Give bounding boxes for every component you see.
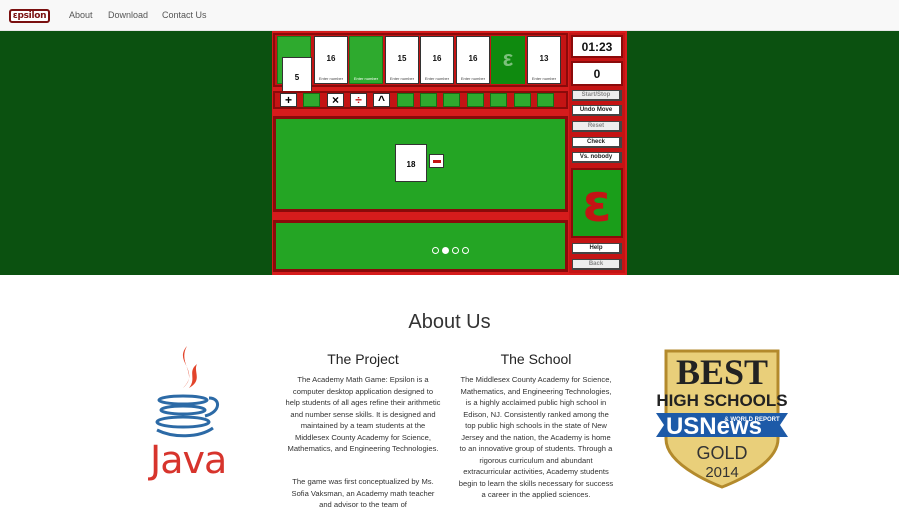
- carousel-dot[interactable]: [432, 247, 439, 254]
- card-hint: Enter number: [460, 76, 486, 81]
- number-card[interactable]: 16 Enter number: [456, 36, 490, 84]
- java-wordmark: Java: [150, 438, 227, 482]
- school-heading: The School: [500, 351, 572, 367]
- number-card[interactable]: 16 Enter number: [314, 36, 348, 84]
- multiply-operator[interactable]: ×: [327, 93, 344, 107]
- operator-slot[interactable]: [397, 93, 414, 107]
- check-button[interactable]: Check: [572, 137, 622, 148]
- epsilon-logo-box: ε: [571, 168, 623, 238]
- carousel-dot-active[interactable]: [442, 247, 449, 254]
- best-high-schools-badge: BEST HIGH SCHOOLS USNews & WORLD REPORT …: [656, 349, 788, 489]
- back-button[interactable]: Back: [572, 259, 622, 270]
- answer-area[interactable]: [273, 220, 568, 272]
- badge-best-text: BEST: [676, 352, 768, 392]
- brand-logo[interactable]: εpsilon: [9, 9, 50, 23]
- carousel-dot[interactable]: [452, 247, 459, 254]
- power-operator[interactable]: ^: [373, 93, 390, 107]
- project-heading: The Project: [327, 351, 399, 367]
- operator-slot[interactable]: [420, 93, 437, 107]
- about-heading: About Us: [408, 311, 491, 333]
- school-paragraph: The Middlesex County Academy for Science…: [458, 375, 614, 499]
- minus-operator[interactable]: [429, 154, 444, 168]
- card-hint: Enter number: [424, 76, 450, 81]
- card-value: 16: [326, 54, 336, 63]
- carousel-dot[interactable]: [462, 247, 469, 254]
- card-hint: Enter number: [531, 76, 557, 81]
- nav-link-contact[interactable]: Contact Us: [162, 10, 207, 20]
- operator-slot[interactable]: [537, 93, 554, 107]
- help-button[interactable]: Help: [572, 243, 622, 254]
- badge-high-schools-text: HIGH SCHOOLS: [656, 391, 787, 410]
- card-hint: Enter number: [389, 76, 415, 81]
- operator-slot[interactable]: [514, 93, 531, 107]
- undo-move-button[interactable]: Undo Move: [572, 105, 622, 116]
- card-value: 13: [539, 54, 549, 63]
- badge-gold-text: GOLD: [696, 443, 747, 463]
- operator-slot[interactable]: [467, 93, 484, 107]
- card-value: 16: [432, 54, 442, 63]
- dragged-card[interactable]: 5: [282, 57, 312, 95]
- number-card[interactable]: 16 Enter number: [420, 36, 454, 84]
- epsilon-logo-icon: ε: [582, 174, 612, 234]
- navbar: εpsilon About Download Contact Us: [0, 0, 899, 31]
- timer-display: 01:23: [571, 35, 623, 58]
- nav-link-download[interactable]: Download: [108, 10, 148, 20]
- score-display: 0: [571, 61, 623, 86]
- card-value: 5: [294, 73, 300, 82]
- operator-slot[interactable]: [303, 93, 320, 107]
- plus-operator[interactable]: +: [280, 93, 297, 107]
- card-value: 16: [468, 54, 478, 63]
- card-hint: Enter number: [353, 76, 379, 81]
- card-value: 18: [406, 160, 416, 169]
- badge-year-text: 2014: [705, 464, 738, 481]
- operator-slot[interactable]: [490, 93, 507, 107]
- project-paragraph-2: The game was first conceptualized by Ms.…: [291, 477, 435, 509]
- badge-world-report-text: & WORLD REPORT: [724, 417, 780, 423]
- project-paragraph-1: The Academy Math Game: Epsilon is a comp…: [285, 375, 441, 453]
- number-card[interactable]: 15 Enter number: [385, 36, 419, 84]
- card-value: 15: [397, 54, 407, 63]
- card-hint: Enter number: [318, 76, 344, 81]
- empty-slot[interactable]: Enter number: [349, 36, 383, 84]
- nav-link-about[interactable]: About: [69, 10, 93, 20]
- epsilon-icon-slot: ε: [491, 36, 525, 84]
- number-card[interactable]: 13 Enter number: [527, 36, 561, 84]
- work-card[interactable]: 18: [395, 144, 427, 182]
- start-stop-button[interactable]: Start/Stop: [572, 90, 622, 101]
- divide-operator[interactable]: ÷: [350, 93, 367, 107]
- reset-button[interactable]: Reset: [572, 121, 622, 132]
- versus-button[interactable]: Vs. nobody: [572, 152, 622, 163]
- operator-slot[interactable]: [443, 93, 460, 107]
- epsilon-icon: ε: [502, 46, 514, 71]
